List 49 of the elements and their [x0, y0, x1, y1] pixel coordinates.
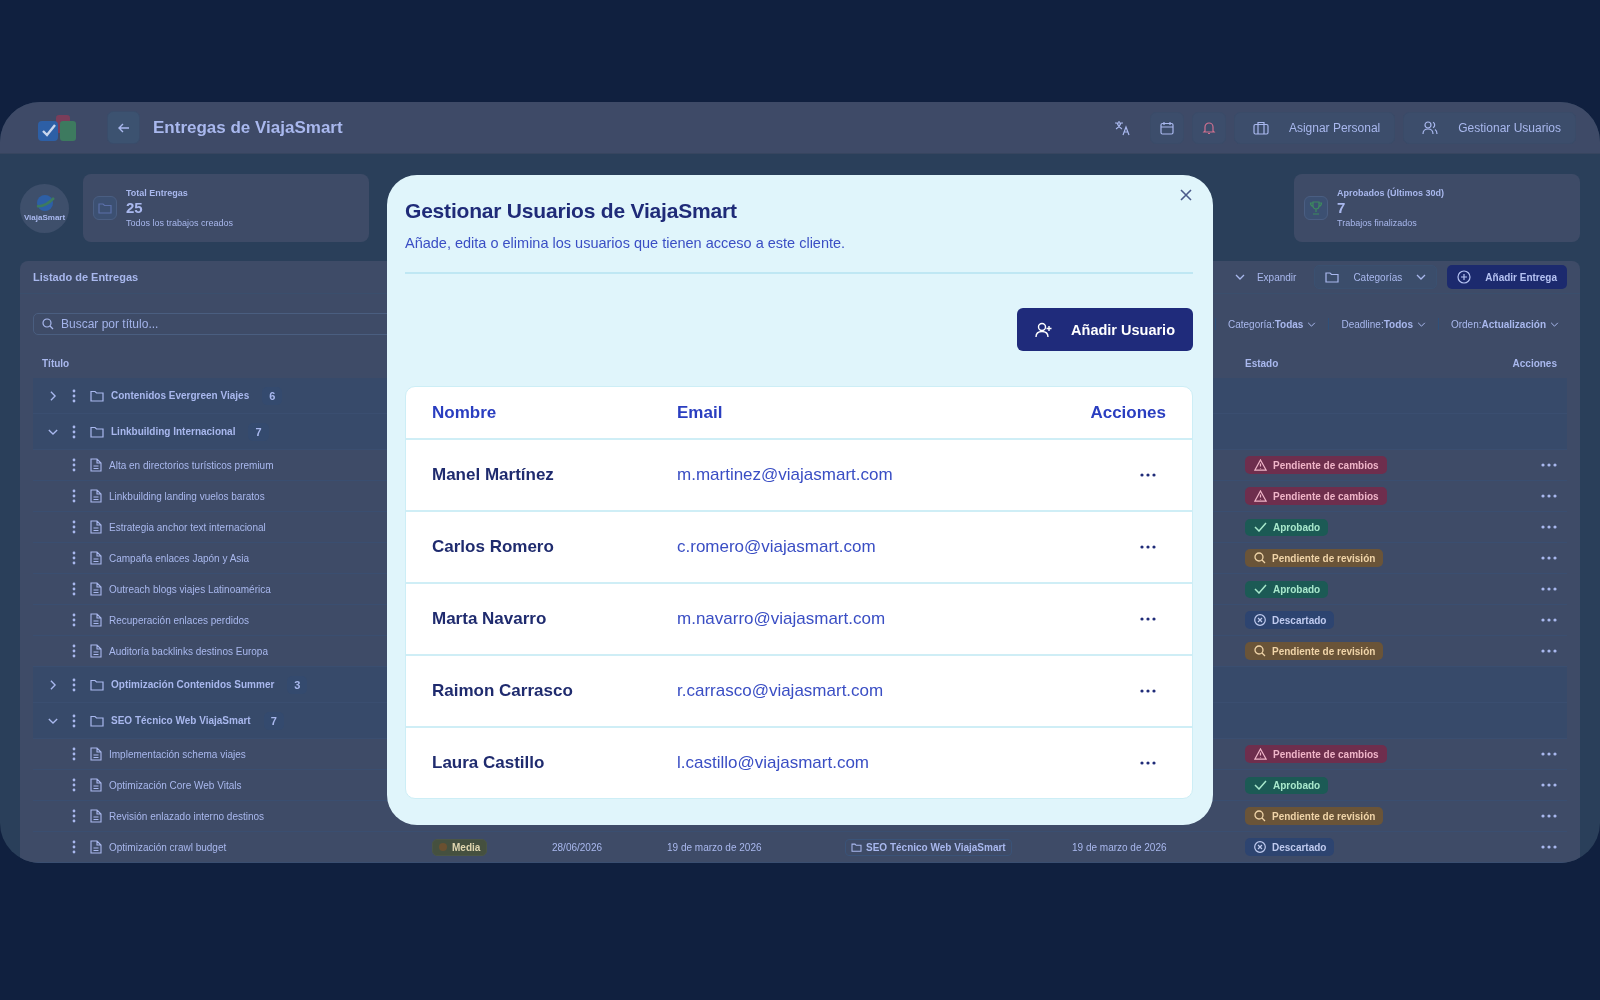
group-name: Contenidos Evergreen Viajes [111, 390, 250, 401]
updated-date: 19 de marzo de 2026 [1072, 841, 1167, 853]
stat-value: 25 [126, 198, 144, 218]
user-name: Raimon Carrasco [432, 681, 574, 701]
client-logo: ViajaSmart [20, 183, 69, 233]
count-badge: 7 [248, 422, 269, 441]
status-badge: Aprobado [1245, 580, 1329, 598]
category-chip: SEO Técnico Web ViajaSmart [845, 838, 1012, 856]
count-badge: 7 [263, 711, 284, 730]
user-email: m.navarro@viajasmart.com [677, 609, 887, 629]
count-badge: 3 [287, 675, 308, 694]
status-badge: Pendiente de revisión [1245, 642, 1384, 660]
created-date: 19 de marzo de 2026 [667, 841, 762, 853]
status-badge: Descartado [1245, 838, 1335, 856]
user-email: m.martinez@viajasmart.com [677, 465, 894, 485]
panel-title: Listado de Entregas [33, 271, 139, 283]
group-name: Linkbuilding Internacional [111, 426, 236, 437]
status-badge: Pendiente de cambios [1245, 456, 1387, 474]
priority-badge: Media [432, 838, 488, 856]
column-header: Email [677, 402, 724, 423]
stat-label: Aprobados (Últimos 30d) [1337, 188, 1444, 198]
status-badge: Descartado [1245, 611, 1335, 629]
dialog-title: Gestionar Usuarios de ViajaSmart [405, 199, 738, 223]
column-header: Nombre [432, 402, 498, 423]
status-badge: Aprobado [1245, 776, 1329, 794]
page-title: Entregas de ViajaSmart [153, 117, 343, 138]
user-name: Carlos Romero [432, 537, 555, 557]
stat-caption: Todos los trabajos creados [126, 218, 234, 228]
stat-caption: Trabajos finalizados [1337, 218, 1418, 228]
user-email: l.castillo@viajasmart.com [677, 753, 871, 773]
status-badge: Pendiente de cambios [1245, 487, 1387, 505]
user-name: Marta Navarro [432, 609, 548, 629]
user-email: c.romero@viajasmart.com [677, 537, 877, 557]
user-email: r.carrasco@viajasmart.com [677, 681, 885, 701]
status-badge: Aprobado [1245, 518, 1329, 536]
status-badge: Pendiente de cambios [1245, 745, 1387, 763]
group-name: Optimización Contenidos Summer [111, 679, 275, 690]
status-badge: Pendiente de revisión [1245, 807, 1384, 825]
column-header: Acciones [1089, 402, 1166, 423]
dialog-subtitle: Añade, edita o elimina los usuarios que tienen acceso a este cliente. [405, 235, 847, 251]
stat-label: Total Entregas [126, 188, 189, 198]
user-name: Laura Castillo [432, 753, 546, 773]
stat-value: 7 [1337, 198, 1347, 218]
count-badge: 6 [262, 386, 283, 405]
user-name: Manel Martínez [432, 465, 555, 485]
group-name: SEO Técnico Web ViajaSmart [111, 715, 251, 726]
deadline-date: 28/06/2026 [552, 841, 603, 853]
column-header: Título [41, 357, 71, 369]
status-badge: Pendiente de revisión [1245, 549, 1384, 567]
